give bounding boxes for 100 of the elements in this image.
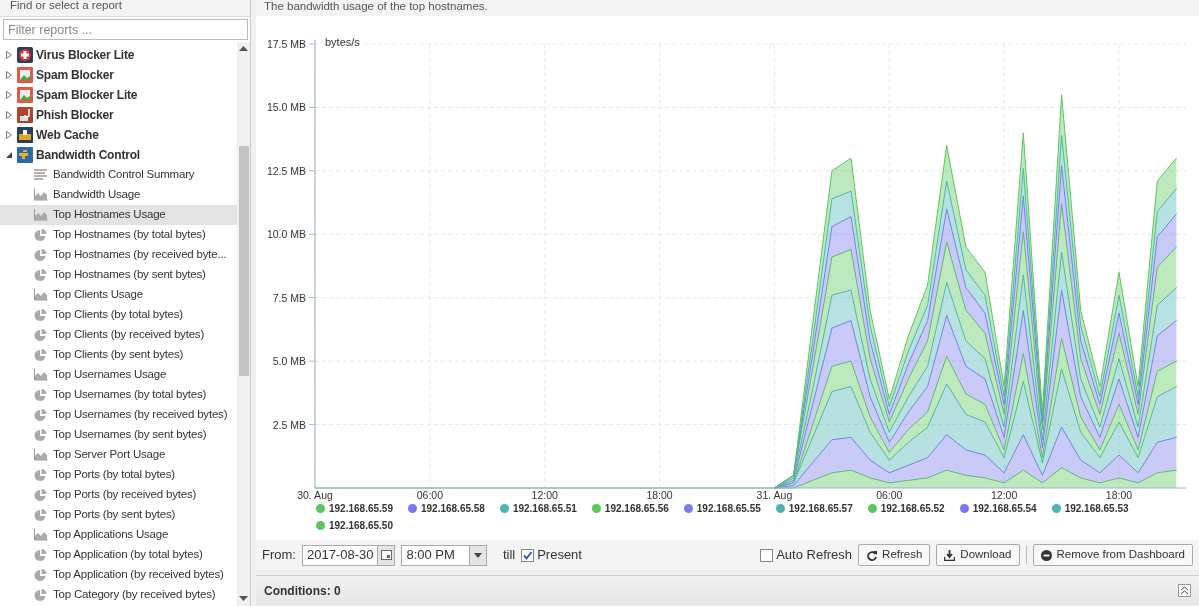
pie-chart-icon xyxy=(34,329,48,341)
tree-item[interactable]: Top Ports (by sent bytes) xyxy=(0,505,237,525)
tree-item[interactable]: Phish Blocker xyxy=(0,105,237,125)
refresh-button[interactable]: Refresh xyxy=(858,544,931,566)
legend-item[interactable]: 192.168.65.50 xyxy=(316,518,393,533)
collapsed-icon xyxy=(5,71,13,79)
legend-item[interactable]: 192.168.65.53 xyxy=(1051,501,1129,516)
scrollbar-thumb[interactable] xyxy=(238,146,249,376)
scroll-up-icon[interactable] xyxy=(239,46,248,52)
tree-item[interactable]: Web Cache xyxy=(0,125,237,145)
legend-item[interactable]: 192.168.65.57 xyxy=(775,501,853,516)
pie-chart-icon xyxy=(34,509,48,521)
tree-item[interactable]: Top Ports (by total bytes) xyxy=(0,465,237,485)
pie-chart-icon xyxy=(34,309,48,321)
tree-item[interactable]: Top Hostnames (by sent bytes) xyxy=(0,265,237,285)
tree-item[interactable]: Top Hostnames (by total bytes) xyxy=(0,225,237,245)
tree-item[interactable]: Top Clients Usage xyxy=(0,285,237,305)
from-label: From: xyxy=(262,546,296,565)
x-tick-label: 18:00 xyxy=(646,489,673,501)
x-tick-label: 06:00 xyxy=(876,489,903,501)
pie-chart-icon xyxy=(34,589,48,601)
tree-item[interactable]: Spam Blocker xyxy=(0,65,237,85)
area-chart-icon xyxy=(34,209,48,221)
remove-button[interactable]: Remove from Dashboard xyxy=(1032,544,1193,566)
download-button[interactable]: Download xyxy=(936,544,1020,566)
y-tick-label: 17.5 MB xyxy=(266,38,306,50)
pie-chart-icon xyxy=(34,429,48,441)
checkmark-icon xyxy=(522,549,534,561)
refresh-icon xyxy=(866,549,878,561)
tree-item[interactable]: Virus Blocker Lite xyxy=(0,45,237,65)
tree-item[interactable]: Top Ports (by received bytes) xyxy=(0,485,237,505)
time-select[interactable]: 8:00 PM xyxy=(401,544,487,566)
legend-item[interactable]: 192.168.65.51 xyxy=(499,501,577,516)
tree-item[interactable]: Bandwidth Control xyxy=(0,145,237,165)
legend-item[interactable]: 192.168.65.55 xyxy=(683,501,761,516)
collapsed-icon xyxy=(5,111,13,119)
tree-item[interactable]: Bandwidth Control Summary xyxy=(0,165,237,185)
x-tick-label: 06:00 xyxy=(416,489,443,501)
calendar-icon xyxy=(380,550,392,560)
pie-chart-icon xyxy=(34,469,48,481)
collapse-icon[interactable] xyxy=(1178,584,1191,597)
y-tick-label: 10.0 MB xyxy=(266,228,306,241)
report-description: The bandwidth usage of the top hostnames. xyxy=(256,0,1199,16)
picture-icon xyxy=(17,67,33,83)
scrollbar[interactable] xyxy=(237,42,250,606)
y-tick-label: 7.5 MB xyxy=(272,291,306,304)
tree-item[interactable]: Spam Blocker Lite xyxy=(0,85,237,105)
tree-item[interactable]: Top Usernames (by received bytes) xyxy=(0,405,237,425)
tree-item[interactable]: Top Application (by received bytes) xyxy=(0,565,237,585)
filter-field[interactable]: Filter reports ... xyxy=(3,19,248,40)
tree-item[interactable]: Top Server Port Usage xyxy=(0,445,237,465)
panel-title: Find or select a report xyxy=(0,0,250,17)
date-field[interactable]: 2017-08-30 xyxy=(301,544,396,566)
present-checkbox[interactable]: Present xyxy=(521,545,582,565)
tree-item[interactable]: Top Clients (by received bytes) xyxy=(0,325,237,345)
tree-item[interactable]: Top Hostnames (by received byte... xyxy=(0,245,237,265)
tree-item[interactable]: Top Application (by total bytes) xyxy=(0,545,237,565)
pie-chart-icon xyxy=(34,269,48,281)
y-tick-label: 12.5 MB xyxy=(266,164,306,177)
x-tick-label: 12:00 xyxy=(991,489,1018,501)
tree-item[interactable]: Top Usernames Usage xyxy=(0,365,237,385)
x-tick-label: 18:00 xyxy=(1105,489,1133,501)
report-lines-icon xyxy=(34,169,48,181)
tree-item[interactable]: Top Usernames (by total bytes) xyxy=(0,385,237,405)
tree-item[interactable]: Top Clients (by sent bytes) xyxy=(0,345,237,365)
tree-item[interactable]: Bandwidth Usage xyxy=(0,185,237,205)
auto-refresh-checkbox[interactable]: Auto Refresh xyxy=(760,545,853,565)
download-icon xyxy=(944,549,956,561)
legend-item[interactable]: 192.168.65.59 xyxy=(316,501,393,516)
tree-item[interactable]: Top Usernames (by sent bytes) xyxy=(0,425,237,445)
pie-chart-icon xyxy=(34,549,48,561)
x-tick-label: 30. Aug xyxy=(297,489,333,501)
conditions-title: Conditions: 0 xyxy=(264,582,341,600)
area-chart-icon xyxy=(34,289,48,301)
pie-chart-icon xyxy=(34,569,48,581)
y-tick-label: 5.0 MB xyxy=(272,355,306,368)
tree-item[interactable]: Top Hostnames Usage xyxy=(0,205,237,225)
collapsed-icon xyxy=(5,51,13,59)
legend-item[interactable]: 192.168.65.56 xyxy=(591,501,669,516)
pie-chart-icon xyxy=(34,249,48,261)
scroll-down-icon[interactable] xyxy=(239,596,248,602)
collapsed-icon xyxy=(5,91,13,99)
pie-chart-icon xyxy=(34,229,48,241)
legend-item[interactable]: 192.168.65.58 xyxy=(407,501,485,516)
minus-circle-icon xyxy=(1040,549,1052,561)
box-icon xyxy=(17,127,33,143)
tree-item[interactable]: Top Clients (by total bytes) xyxy=(0,305,237,325)
dropdown-caret-icon xyxy=(473,552,482,558)
legend-item[interactable]: 192.168.65.52 xyxy=(867,501,945,516)
tree-item[interactable]: Top Applications Usage xyxy=(0,525,237,545)
y-tick-label: 15.0 MB xyxy=(266,101,306,114)
tree-item[interactable]: Top Category (by received bytes) xyxy=(0,585,237,605)
legend-item[interactable]: 192.168.65.54 xyxy=(959,501,1037,516)
area-chart-icon xyxy=(34,449,48,461)
area-chart-icon xyxy=(34,529,48,541)
till-label: till xyxy=(502,546,516,565)
area-chart-icon xyxy=(34,189,48,201)
collapsed-icon xyxy=(5,131,13,139)
x-tick-label: 31. Aug xyxy=(756,489,793,501)
pie-chart-icon xyxy=(34,409,48,421)
